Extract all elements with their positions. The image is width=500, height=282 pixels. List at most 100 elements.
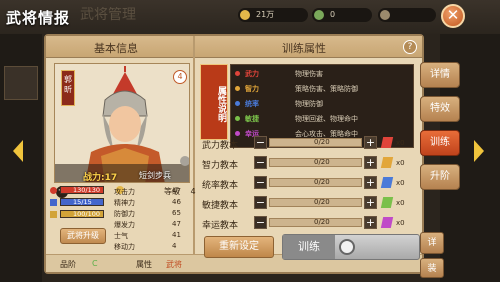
attr-type-value: 武将 (166, 260, 182, 269)
attr-desc-text: 物理伤害 (295, 70, 323, 78)
toggle-knob-icon (339, 239, 355, 255)
food-icon (314, 10, 324, 20)
training-count: 0/20 (314, 178, 330, 186)
attr-desc-name: 智力 (245, 85, 259, 93)
training-label: 敏捷教本 (202, 201, 239, 211)
food-value: 0 (330, 10, 336, 19)
help-icon[interactable]: ? (403, 40, 417, 54)
training-count: 0/20 (314, 138, 330, 146)
attr-label: 爆发力 (114, 221, 135, 229)
book-quantity: x0 (396, 219, 405, 227)
attr-value: 46 (172, 198, 181, 206)
training-attr-header: 训练属性 (282, 42, 326, 55)
exp-bar: 100/100 (60, 210, 104, 218)
quality-value: C (92, 259, 98, 268)
general-portrait: 郭昕 4 战力:17 短剑步兵 (54, 63, 190, 183)
train-label: 训练 (283, 235, 335, 259)
general-portrait-art (55, 64, 189, 182)
book-quantity: x0 (396, 199, 405, 207)
hp-bar: 130/130 (60, 186, 104, 194)
exp-text: 100/100 (73, 210, 101, 218)
increase-button[interactable]: + (364, 196, 377, 209)
tab-promote[interactable]: 升阶 (420, 164, 460, 190)
side-general-thumbnail[interactable] (4, 66, 38, 100)
gold-coin-icon (240, 10, 250, 20)
level-value: 4 (190, 187, 196, 196)
exp-icon (50, 211, 57, 218)
attr-dot-icon (235, 86, 240, 91)
basic-info-header: 基本信息 (94, 42, 138, 55)
attr-desc-text: 物理回避、物理命中 (295, 115, 358, 123)
gold-resource: 21万 (238, 8, 308, 22)
decrease-button[interactable]: − (254, 136, 267, 149)
attr-label: 防御力 (114, 210, 135, 218)
training-label: 统率教本 (202, 181, 239, 191)
prev-general-arrow-icon[interactable] (13, 140, 23, 162)
book-icon (380, 157, 394, 168)
attr-label: 士气 (114, 232, 128, 240)
attr-desc-row: 敏捷 物理回避、物理命中 (235, 114, 413, 125)
decrease-button[interactable]: − (254, 216, 267, 229)
tab-details[interactable]: 详情 (420, 62, 460, 88)
attr-value: 41 (172, 231, 181, 239)
upgrade-general-button[interactable]: 武将升级 (60, 228, 106, 244)
increase-button[interactable]: + (364, 216, 377, 229)
increase-button[interactable]: + (364, 176, 377, 189)
increase-button[interactable]: + (364, 156, 377, 169)
attr-dot-icon (235, 116, 240, 121)
tab-training[interactable]: 训练 (420, 130, 460, 156)
training-row-agility: 敏捷教本 − 0/20 + x0 (198, 195, 424, 211)
general-name-tag: 郭昕 (61, 70, 75, 106)
attr-desc-name: 统率 (245, 100, 259, 108)
attr-label: 精神力 (114, 199, 135, 207)
misc-resource (378, 8, 436, 22)
gold-value: 21万 (256, 10, 275, 19)
training-label: 幸运教本 (202, 221, 239, 231)
panel-header: 基本信息 训练属性 ? (46, 36, 422, 58)
background-title: 武将管理 (80, 7, 136, 23)
attr-value: 47 (172, 187, 181, 195)
book-icon (380, 177, 394, 188)
attr-desc-text: 策略伤害、策略防御 (295, 85, 358, 93)
training-count: 0/20 (314, 218, 330, 226)
attr-desc-name: 武力 (245, 70, 259, 78)
training-label: 武力教本 (202, 141, 239, 151)
attr-label: 攻击力 (114, 188, 135, 196)
close-button[interactable]: ✕ (441, 4, 465, 28)
decrease-button[interactable]: − (254, 156, 267, 169)
tab-effects[interactable]: 特效 (420, 96, 460, 122)
decrease-button[interactable]: − (254, 196, 267, 209)
decrease-button[interactable]: − (254, 176, 267, 189)
attr-dot-icon (235, 101, 240, 106)
attr-value: 47 (172, 220, 181, 228)
panel-divider (193, 36, 195, 272)
resource-icon (380, 10, 390, 20)
attr-label: 移动力 (114, 243, 135, 251)
train-toggle[interactable]: 训练 (282, 234, 420, 260)
attr-dot-icon (235, 71, 240, 76)
unit-type-icon (180, 156, 189, 166)
attr-value: 4 (172, 242, 177, 250)
training-count: 0/20 (314, 198, 330, 206)
page-title: 武将情报 (6, 9, 71, 27)
attr-description-tag: 属性说明 (200, 64, 228, 140)
combat-power: 战力:17 (83, 173, 118, 183)
tab-detail-small[interactable]: 详 (420, 232, 444, 254)
book-icon (380, 217, 394, 228)
attr-desc-name: 敏捷 (245, 115, 259, 123)
book-quantity: x0 (396, 179, 405, 187)
training-count: 0/20 (314, 158, 330, 166)
mp-sword-icon (50, 199, 57, 206)
attr-desc-row: 统率 物理防御 (235, 99, 413, 110)
mp-bar: 15/15 (60, 198, 104, 206)
book-quantity: x0 (396, 159, 405, 167)
star-badge: 4 (173, 70, 187, 84)
increase-button[interactable]: + (364, 136, 377, 149)
training-label: 智力教本 (202, 161, 239, 171)
tab-equip-small[interactable]: 装 (420, 258, 444, 278)
reset-button[interactable]: 重新设定 (204, 236, 274, 258)
next-general-arrow-icon[interactable] (474, 140, 484, 162)
training-row-command: 统率教本 − 0/20 + x0 (198, 175, 424, 191)
training-row-strength: 武力教本 − 0/20 + x0 (198, 135, 424, 151)
attr-type-label: 属性 (136, 260, 152, 269)
